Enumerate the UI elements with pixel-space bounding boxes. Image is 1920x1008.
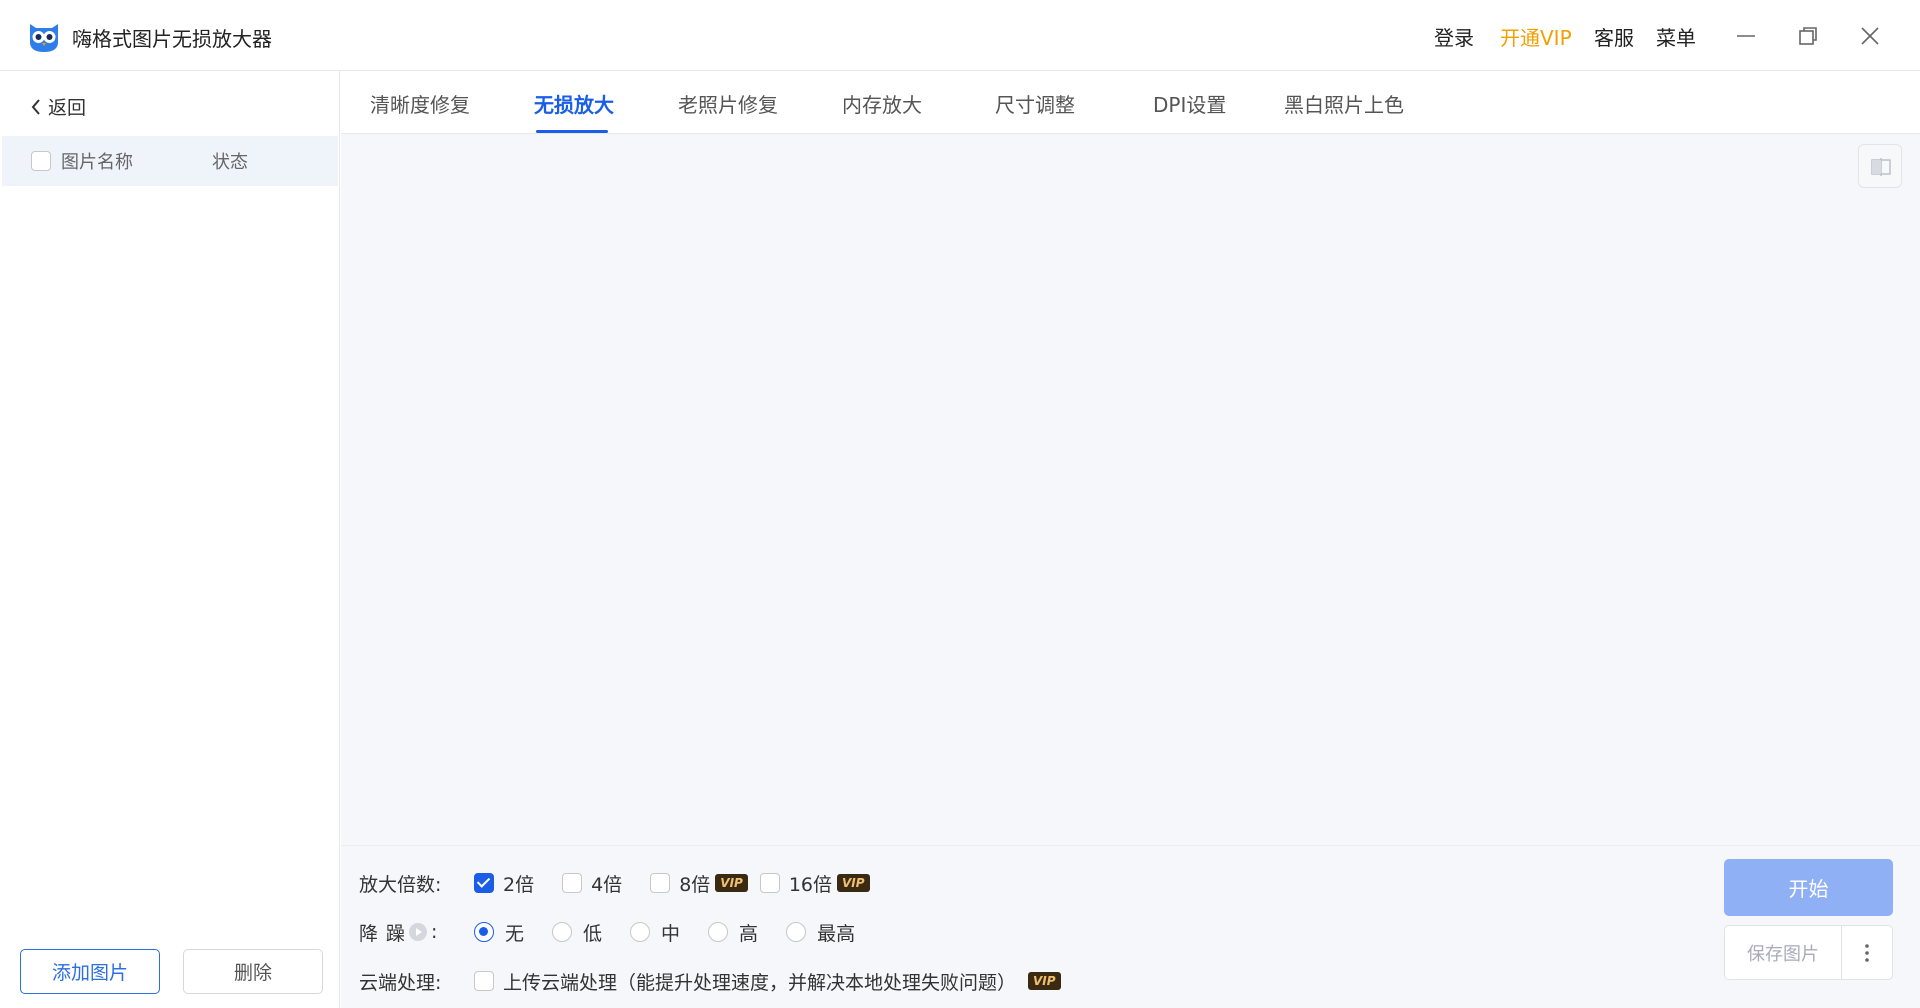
denoise-option-none[interactable]: 无 <box>474 919 524 946</box>
close-icon[interactable] <box>1850 16 1890 56</box>
start-button[interactable]: 开始 <box>1724 859 1893 916</box>
column-header-name: 图片名称 <box>61 152 133 173</box>
back-label: 返回 <box>48 97 87 119</box>
scale-8x-checkbox[interactable] <box>650 873 671 893</box>
scale-label: 放大倍数: <box>359 873 442 896</box>
play-info-icon[interactable] <box>409 923 428 941</box>
cloud-label: 云端处理: <box>359 971 442 994</box>
more-vertical-icon <box>1865 943 1869 962</box>
save-image-button[interactable]: 保存图片 <box>1724 925 1842 980</box>
minimize-icon[interactable] <box>1726 16 1766 56</box>
restore-icon[interactable] <box>1788 16 1828 56</box>
denoise-mid-radio[interactable] <box>630 922 651 942</box>
denoise-high-label: 高 <box>739 922 759 945</box>
cloud-option[interactable]: 上传云端处理（能提升处理速度，并解决本地处理失败问题） VIP <box>474 968 1061 995</box>
file-list-panel: 返回 图片名称 状态 添加图片 删除 <box>0 71 340 1008</box>
compare-icon <box>1871 158 1891 176</box>
more-options-button[interactable] <box>1842 925 1893 980</box>
login-link[interactable]: 登录 <box>1434 22 1474 51</box>
denoise-row: 降 躁 : 无 低 中 高 最高 <box>359 917 883 947</box>
vip-badge: VIP <box>715 874 748 892</box>
title-bar: 嗨格式图片无损放大器 登录 开通VIP 客服 菜单 <box>0 0 1920 71</box>
preview-area <box>341 134 1920 845</box>
scale-option-8x[interactable]: 8倍 VIP <box>650 870 748 897</box>
cloud-option-label: 上传云端处理（能提升处理速度，并解决本地处理失败问题） <box>503 971 1017 994</box>
denoise-label-char-2: 躁 <box>386 922 406 945</box>
scale-2x-checkbox[interactable] <box>474 873 494 893</box>
compare-view-button[interactable] <box>1858 144 1902 188</box>
denoise-low-radio[interactable] <box>552 922 573 942</box>
scale-row: 放大倍数: 2倍 4倍 8倍 VIP 16倍 VIP <box>359 868 898 898</box>
cloud-row: 云端处理: 上传云端处理（能提升处理速度，并解决本地处理失败问题） VIP <box>359 966 1089 996</box>
denoise-none-radio[interactable] <box>474 922 494 942</box>
denoise-mid-label: 中 <box>661 922 681 945</box>
app-title: 嗨格式图片无损放大器 <box>72 27 272 51</box>
vip-badge: VIP <box>1028 972 1061 990</box>
scale-16x-label: 16倍 <box>788 873 833 896</box>
denoise-none-label: 无 <box>505 922 525 945</box>
scale-16x-checkbox[interactable] <box>759 873 780 893</box>
denoise-label: 降 躁 : <box>359 919 474 946</box>
settings-panel: 放大倍数: 2倍 4倍 8倍 VIP 16倍 VIP 降 躁 : 无 低 中 高… <box>341 845 1920 1008</box>
delete-button[interactable]: 删除 <box>183 949 323 994</box>
chevron-left-icon <box>31 98 40 115</box>
vip-badge: VIP <box>837 874 870 892</box>
customer-service-link[interactable]: 客服 <box>1594 22 1634 51</box>
feature-tabs: 清晰度修复 无损放大 老照片修复 内存放大 尺寸调整 DPI设置 黑白照片上色 <box>341 71 1920 134</box>
owl-logo-icon <box>26 18 62 54</box>
scale-option-4x[interactable]: 4倍 <box>562 870 622 897</box>
scale-option-16x[interactable]: 16倍 VIP <box>759 870 870 897</box>
tab-memory-enlarge[interactable]: 内存放大 <box>842 89 922 118</box>
denoise-label-char-1: 降 <box>359 922 379 945</box>
denoise-low-label: 低 <box>583 922 603 945</box>
tab-colorize[interactable]: 黑白照片上色 <box>1284 89 1404 118</box>
scale-4x-checkbox[interactable] <box>562 873 583 893</box>
denoise-high-radio[interactable] <box>708 922 729 942</box>
scale-option-2x[interactable]: 2倍 <box>474 870 534 897</box>
tab-size-adjust[interactable]: 尺寸调整 <box>995 89 1075 118</box>
scale-8x-label: 8倍 <box>679 873 711 896</box>
column-header-status: 状态 <box>212 152 248 173</box>
denoise-option-low[interactable]: 低 <box>552 919 602 946</box>
select-all-checkbox[interactable] <box>31 151 51 171</box>
tab-clarity-repair[interactable]: 清晰度修复 <box>370 89 470 118</box>
add-image-button[interactable]: 添加图片 <box>20 949 160 994</box>
denoise-option-mid[interactable]: 中 <box>630 919 680 946</box>
tab-lossless-enlarge[interactable]: 无损放大 <box>534 89 614 118</box>
active-tab-indicator <box>536 130 608 133</box>
cloud-checkbox[interactable] <box>474 971 494 991</box>
denoise-highest-radio[interactable] <box>786 922 807 942</box>
denoise-label-colon: : <box>431 921 438 943</box>
scale-4x-label: 4倍 <box>591 873 623 896</box>
denoise-option-highest[interactable]: 最高 <box>786 919 855 946</box>
vip-link[interactable]: 开通VIP <box>1500 22 1572 51</box>
menu-link[interactable]: 菜单 <box>1656 22 1696 51</box>
scale-2x-label: 2倍 <box>503 873 535 896</box>
denoise-highest-label: 最高 <box>817 922 856 945</box>
tab-dpi-settings[interactable]: DPI设置 <box>1153 89 1226 118</box>
file-list-header: 图片名称 状态 <box>2 136 338 186</box>
tab-old-photo-repair[interactable]: 老照片修复 <box>678 89 778 118</box>
denoise-option-high[interactable]: 高 <box>708 919 758 946</box>
back-button[interactable]: 返回 <box>30 93 86 120</box>
